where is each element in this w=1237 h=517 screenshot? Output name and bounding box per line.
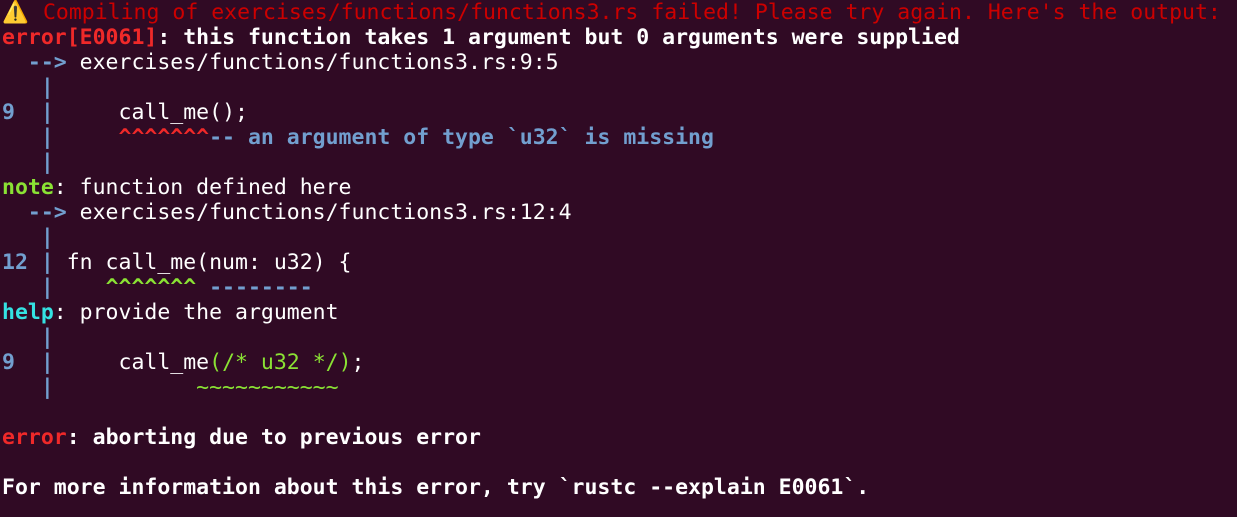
note-location-line: --> exercises/functions/functions3.rs:12… — [2, 200, 572, 225]
help-message: : provide the argument — [53, 300, 339, 325]
location-arrow: --> — [2, 50, 80, 75]
error-source-line: 9 | call_me(); — [2, 100, 248, 125]
source-code: fn call_me(num: u32) { — [53, 250, 352, 275]
source-code-suffix: ; — [351, 350, 365, 375]
compile-failed-message: Compiling of exercises/functions/functio… — [30, 0, 1221, 25]
error-message: : this function takes 1 argument but 0 a… — [157, 25, 960, 50]
source-code: call_me — [53, 350, 210, 375]
error-location-line: --> exercises/functions/functions3.rs:9:… — [2, 50, 559, 75]
gutter-line: | — [2, 325, 54, 350]
error-marker-line: | ^^^^^^^-- an argument of type `u32` is… — [2, 125, 714, 150]
help-heading: help: provide the argument — [2, 300, 339, 325]
suggestion-squiggle: ~~~~~~~~~~~ — [196, 375, 339, 400]
note-source-line: 12 | fn call_me(num: u32) { — [2, 250, 352, 275]
abort-label: error — [2, 425, 67, 450]
explain-hint: For more information about this error, t… — [2, 475, 870, 500]
note-label: note — [2, 175, 54, 200]
note-heading: note: function defined here — [2, 175, 352, 200]
help-label: help — [2, 300, 54, 325]
note-marker-line: | ^^^^^^^ -------- — [2, 275, 313, 300]
code-suggestion: (/* u32 */) — [209, 350, 352, 375]
compile-failed-line: ⚠️ Compiling of exercises/functions/func… — [2, 0, 1221, 25]
note-location: exercises/functions/functions3.rs:12:4 — [79, 200, 572, 225]
location-arrow: --> — [2, 200, 80, 225]
abort-line: error: aborting due to previous error — [2, 425, 481, 450]
gutter-line: | — [2, 225, 54, 250]
error-heading: error[E0061]: this function takes 1 argu… — [2, 25, 960, 50]
line-number: 9 — [2, 100, 15, 125]
line-number: 12 — [2, 250, 28, 275]
warning-icon: ⚠️ — [2, 0, 29, 25]
source-code: call_me(); — [53, 100, 248, 125]
help-source-line: 9 | call_me(/* u32 */); — [2, 350, 364, 375]
error-location: exercises/functions/functions3.rs:9:5 — [79, 50, 559, 75]
note-message: : function defined here — [53, 175, 352, 200]
terminal-window[interactable]: ⚠️ Compiling of exercises/functions/func… — [0, 0, 1237, 517]
error-code: error[E0061] — [2, 25, 158, 50]
note-marker: ^^^^^^^ — [105, 275, 197, 300]
error-marker-label: -- an argument of type `u32` is missing — [209, 125, 714, 150]
line-gutter: | — [14, 100, 54, 125]
abort-message: : aborting due to previous error — [66, 425, 481, 450]
marker-gutter: | — [2, 275, 106, 300]
note-marker-secondary: -------- — [196, 275, 313, 300]
line-gutter: | — [14, 350, 54, 375]
marker-gutter: | — [2, 125, 119, 150]
gutter-line: | — [2, 75, 54, 100]
gutter-line: | — [2, 150, 54, 175]
error-marker: ^^^^^^^ — [118, 125, 210, 150]
line-number: 9 — [2, 350, 15, 375]
line-gutter: | — [27, 250, 54, 275]
help-squiggle-line: | ~~~~~~~~~~~ — [2, 375, 339, 400]
marker-gutter: | — [2, 375, 197, 400]
